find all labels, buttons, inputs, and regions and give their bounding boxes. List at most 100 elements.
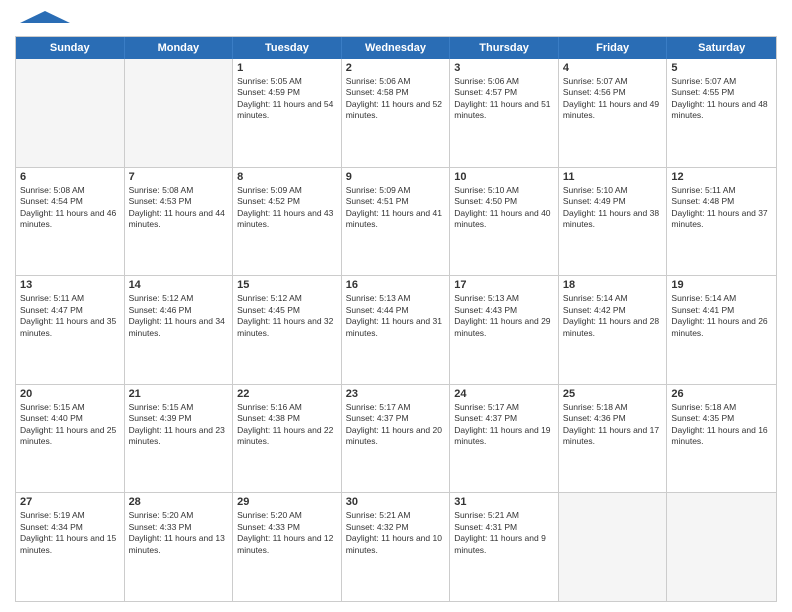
day-info: Sunrise: 5:17 AM Sunset: 4:37 PM Dayligh… [346,402,446,448]
day-info: Sunrise: 5:13 AM Sunset: 4:44 PM Dayligh… [346,293,446,339]
week-row-3: 13 Sunrise: 5:11 AM Sunset: 4:47 PM Dayli… [16,276,776,385]
calendar: SundayMondayTuesdayWednesdayThursdayFrid… [15,36,777,602]
day-number: 15 [237,279,337,291]
day-number: 30 [346,496,446,508]
week-row-4: 20 Sunrise: 5:15 AM Sunset: 4:40 PM Dayli… [16,385,776,494]
day-info: Sunrise: 5:10 AM Sunset: 4:49 PM Dayligh… [563,185,663,231]
day-cell-13: 13 Sunrise: 5:11 AM Sunset: 4:47 PM Dayli… [16,276,125,384]
day-number: 21 [129,388,229,400]
day-header-thursday: Thursday [450,37,559,59]
day-info: Sunrise: 5:18 AM Sunset: 4:36 PM Dayligh… [563,402,663,448]
day-info: Sunrise: 5:06 AM Sunset: 4:57 PM Dayligh… [454,76,554,122]
day-cell-3: 3 Sunrise: 5:06 AM Sunset: 4:57 PM Daylig… [450,59,559,167]
day-cell-30: 30 Sunrise: 5:21 AM Sunset: 4:32 PM Dayli… [342,493,451,601]
empty-cell [16,59,125,167]
logo-wave-icon [15,11,70,23]
day-cell-25: 25 Sunrise: 5:18 AM Sunset: 4:36 PM Dayli… [559,385,668,493]
day-info: Sunrise: 5:14 AM Sunset: 4:41 PM Dayligh… [671,293,772,339]
day-number: 9 [346,171,446,183]
empty-cell [559,493,668,601]
day-number: 20 [20,388,120,400]
day-number: 14 [129,279,229,291]
day-header-sunday: Sunday [16,37,125,59]
day-number: 5 [671,62,772,74]
week-row-2: 6Sunrise: 5:08 AM Sunset: 4:54 PM Daylig… [16,168,776,277]
day-header-monday: Monday [125,37,234,59]
day-cell-15: 15Sunrise: 5:12 AM Sunset: 4:45 PM Dayli… [233,276,342,384]
day-number: 24 [454,388,554,400]
day-cell-8: 8 Sunrise: 5:09 AM Sunset: 4:52 PM Daylig… [233,168,342,276]
day-number: 4 [563,62,663,74]
day-info: Sunrise: 5:05 AM Sunset: 4:59 PM Dayligh… [237,76,337,122]
day-number: 26 [671,388,772,400]
page: SundayMondayTuesdayWednesdayThursdayFrid… [0,0,792,612]
day-cell-4: 4 Sunrise: 5:07 AM Sunset: 4:56 PM Daylig… [559,59,668,167]
day-info: Sunrise: 5:15 AM Sunset: 4:40 PM Dayligh… [20,402,120,448]
day-info: Sunrise: 5:08 AM Sunset: 4:53 PM Dayligh… [129,185,229,231]
day-cell-31: 31Sunrise: 5:21 AM Sunset: 4:31 PM Dayli… [450,493,559,601]
day-number: 19 [671,279,772,291]
day-number: 17 [454,279,554,291]
day-cell-29: 29Sunrise: 5:20 AM Sunset: 4:33 PM Dayli… [233,493,342,601]
day-info: Sunrise: 5:09 AM Sunset: 4:51 PM Dayligh… [346,185,446,231]
day-number: 6 [20,171,120,183]
day-info: Sunrise: 5:10 AM Sunset: 4:50 PM Dayligh… [454,185,554,231]
day-header-wednesday: Wednesday [342,37,451,59]
day-info: Sunrise: 5:15 AM Sunset: 4:39 PM Dayligh… [129,402,229,448]
calendar-body: 1 Sunrise: 5:05 AM Sunset: 4:59 PM Daylig… [16,59,776,601]
day-cell-10: 10 Sunrise: 5:10 AM Sunset: 4:50 PM Dayli… [450,168,559,276]
day-cell-22: 22Sunrise: 5:16 AM Sunset: 4:38 PM Dayli… [233,385,342,493]
day-header-tuesday: Tuesday [233,37,342,59]
day-cell-6: 6Sunrise: 5:08 AM Sunset: 4:54 PM Daylig… [16,168,125,276]
day-cell-23: 23 Sunrise: 5:17 AM Sunset: 4:37 PM Dayli… [342,385,451,493]
day-number: 1 [237,62,337,74]
day-number: 22 [237,388,337,400]
day-info: Sunrise: 5:17 AM Sunset: 4:37 PM Dayligh… [454,402,554,448]
day-number: 3 [454,62,554,74]
day-header-saturday: Saturday [667,37,776,59]
day-cell-17: 17 Sunrise: 5:13 AM Sunset: 4:43 PM Dayli… [450,276,559,384]
day-header-friday: Friday [559,37,668,59]
day-number: 18 [563,279,663,291]
day-number: 16 [346,279,446,291]
day-cell-1: 1 Sunrise: 5:05 AM Sunset: 4:59 PM Daylig… [233,59,342,167]
calendar-header: SundayMondayTuesdayWednesdayThursdayFrid… [16,37,776,59]
day-number: 13 [20,279,120,291]
day-info: Sunrise: 5:11 AM Sunset: 4:47 PM Dayligh… [20,293,120,339]
week-row-1: 1 Sunrise: 5:05 AM Sunset: 4:59 PM Daylig… [16,59,776,168]
day-info: Sunrise: 5:18 AM Sunset: 4:35 PM Dayligh… [671,402,772,448]
day-info: Sunrise: 5:12 AM Sunset: 4:46 PM Dayligh… [129,293,229,339]
day-cell-11: 11Sunrise: 5:10 AM Sunset: 4:49 PM Dayli… [559,168,668,276]
day-cell-21: 21 Sunrise: 5:15 AM Sunset: 4:39 PM Dayli… [125,385,234,493]
day-cell-16: 16 Sunrise: 5:13 AM Sunset: 4:44 PM Dayli… [342,276,451,384]
day-cell-24: 24 Sunrise: 5:17 AM Sunset: 4:37 PM Dayli… [450,385,559,493]
day-info: Sunrise: 5:07 AM Sunset: 4:55 PM Dayligh… [671,76,772,122]
day-number: 23 [346,388,446,400]
day-cell-12: 12Sunrise: 5:11 AM Sunset: 4:48 PM Dayli… [667,168,776,276]
day-number: 12 [671,171,772,183]
day-number: 7 [129,171,229,183]
day-info: Sunrise: 5:09 AM Sunset: 4:52 PM Dayligh… [237,185,337,231]
day-info: Sunrise: 5:21 AM Sunset: 4:31 PM Dayligh… [454,510,554,556]
day-info: Sunrise: 5:07 AM Sunset: 4:56 PM Dayligh… [563,76,663,122]
day-number: 27 [20,496,120,508]
day-info: Sunrise: 5:14 AM Sunset: 4:42 PM Dayligh… [563,293,663,339]
day-cell-19: 19 Sunrise: 5:14 AM Sunset: 4:41 PM Dayli… [667,276,776,384]
day-cell-7: 7 Sunrise: 5:08 AM Sunset: 4:53 PM Daylig… [125,168,234,276]
day-number: 8 [237,171,337,183]
day-cell-5: 5 Sunrise: 5:07 AM Sunset: 4:55 PM Daylig… [667,59,776,167]
day-number: 25 [563,388,663,400]
empty-cell [667,493,776,601]
day-info: Sunrise: 5:21 AM Sunset: 4:32 PM Dayligh… [346,510,446,556]
day-cell-28: 28Sunrise: 5:20 AM Sunset: 4:33 PM Dayli… [125,493,234,601]
day-info: Sunrise: 5:13 AM Sunset: 4:43 PM Dayligh… [454,293,554,339]
day-number: 2 [346,62,446,74]
logo [15,10,70,28]
empty-cell [125,59,234,167]
day-info: Sunrise: 5:20 AM Sunset: 4:33 PM Dayligh… [129,510,229,556]
day-cell-26: 26 Sunrise: 5:18 AM Sunset: 4:35 PM Dayli… [667,385,776,493]
day-number: 10 [454,171,554,183]
day-cell-2: 2Sunrise: 5:06 AM Sunset: 4:58 PM Daylig… [342,59,451,167]
day-info: Sunrise: 5:19 AM Sunset: 4:34 PM Dayligh… [20,510,120,556]
day-cell-14: 14 Sunrise: 5:12 AM Sunset: 4:46 PM Dayli… [125,276,234,384]
